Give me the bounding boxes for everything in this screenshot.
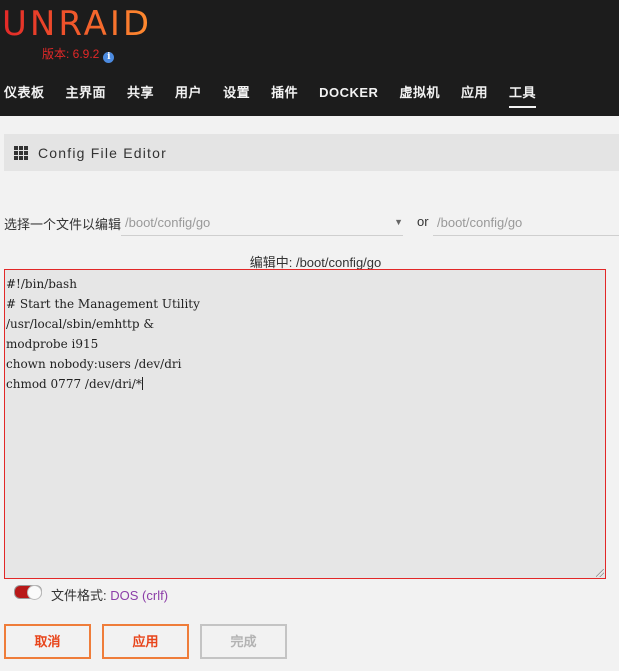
editor-line-text: chmod 0777 /dev/dri/* [6,377,142,391]
header: UNRAID 版本: 6.9.2 i 仪表板 主界面 共享 用户 设置 插件 DO… [0,0,619,116]
file-select-value: /boot/config/go [125,215,211,230]
config-editor-textarea[interactable]: #!/bin/bash # Start the Management Utili… [4,269,606,579]
file-format-label: 文件格式: DOS (crlf) [51,585,168,604]
version-text: 版本: 6.9.2 [42,47,100,61]
nav-item-tools[interactable]: 工具 [508,84,536,108]
file-format-value: DOS (crlf) [110,588,169,603]
unraid-logo[interactable]: UNRAID [2,4,152,44]
editor-line: modprobe i915 [6,337,99,351]
file-select-row: 选择一个文件以编辑 /boot/config/go ▼ or /boot/con… [4,210,619,238]
editor-line: /usr/local/sbin/emhttp & [6,317,155,331]
editor-line: #!/bin/bash [6,277,77,291]
apply-button[interactable]: 应用 [102,624,189,659]
nav-item-shares[interactable]: 共享 [127,84,154,108]
nav-item-users[interactable]: 用户 [175,84,202,108]
resize-handle-icon[interactable] [596,569,604,577]
file-path-input[interactable]: /boot/config/go [433,210,619,236]
chevron-down-icon: ▼ [394,217,403,227]
version-label: 版本: 6.9.2 i [42,46,115,63]
nav-item-plugins[interactable]: 插件 [271,84,298,108]
main-nav: 仪表板 主界面 共享 用户 设置 插件 DOCKER 虚拟机 应用 工具 [0,84,557,108]
grid-icon [14,145,28,160]
nav-item-settings[interactable]: 设置 [223,84,250,108]
nav-item-apps[interactable]: 应用 [461,84,488,108]
info-icon[interactable]: i [103,52,115,63]
nav-item-main[interactable]: 主界面 [66,84,107,108]
page-title: Config File Editor [38,144,167,161]
editor-line-last: chmod 0777 /dev/dri/* [5,374,605,394]
toggle-knob [27,585,42,600]
cancel-button[interactable]: 取消 [4,624,91,659]
nav-item-dashboard[interactable]: 仪表板 [4,84,45,108]
nav-item-vms[interactable]: 虚拟机 [399,84,440,108]
editor-line: chown nobody:users /dev/dri [6,357,182,371]
text-cursor [141,377,143,390]
file-select-label: 选择一个文件以编辑 [4,217,122,232]
nav-item-docker[interactable]: DOCKER [319,84,378,108]
file-select-dropdown[interactable]: /boot/config/go ▼ [121,210,403,236]
or-label: or [417,214,429,229]
page-title-bar: Config File Editor [4,134,619,171]
editor-line: # Start the Management Utility [6,297,200,311]
file-format-label-text: 文件格式: [51,588,107,603]
file-format-toggle[interactable] [14,585,42,600]
done-button[interactable]: 完成 [200,624,287,659]
